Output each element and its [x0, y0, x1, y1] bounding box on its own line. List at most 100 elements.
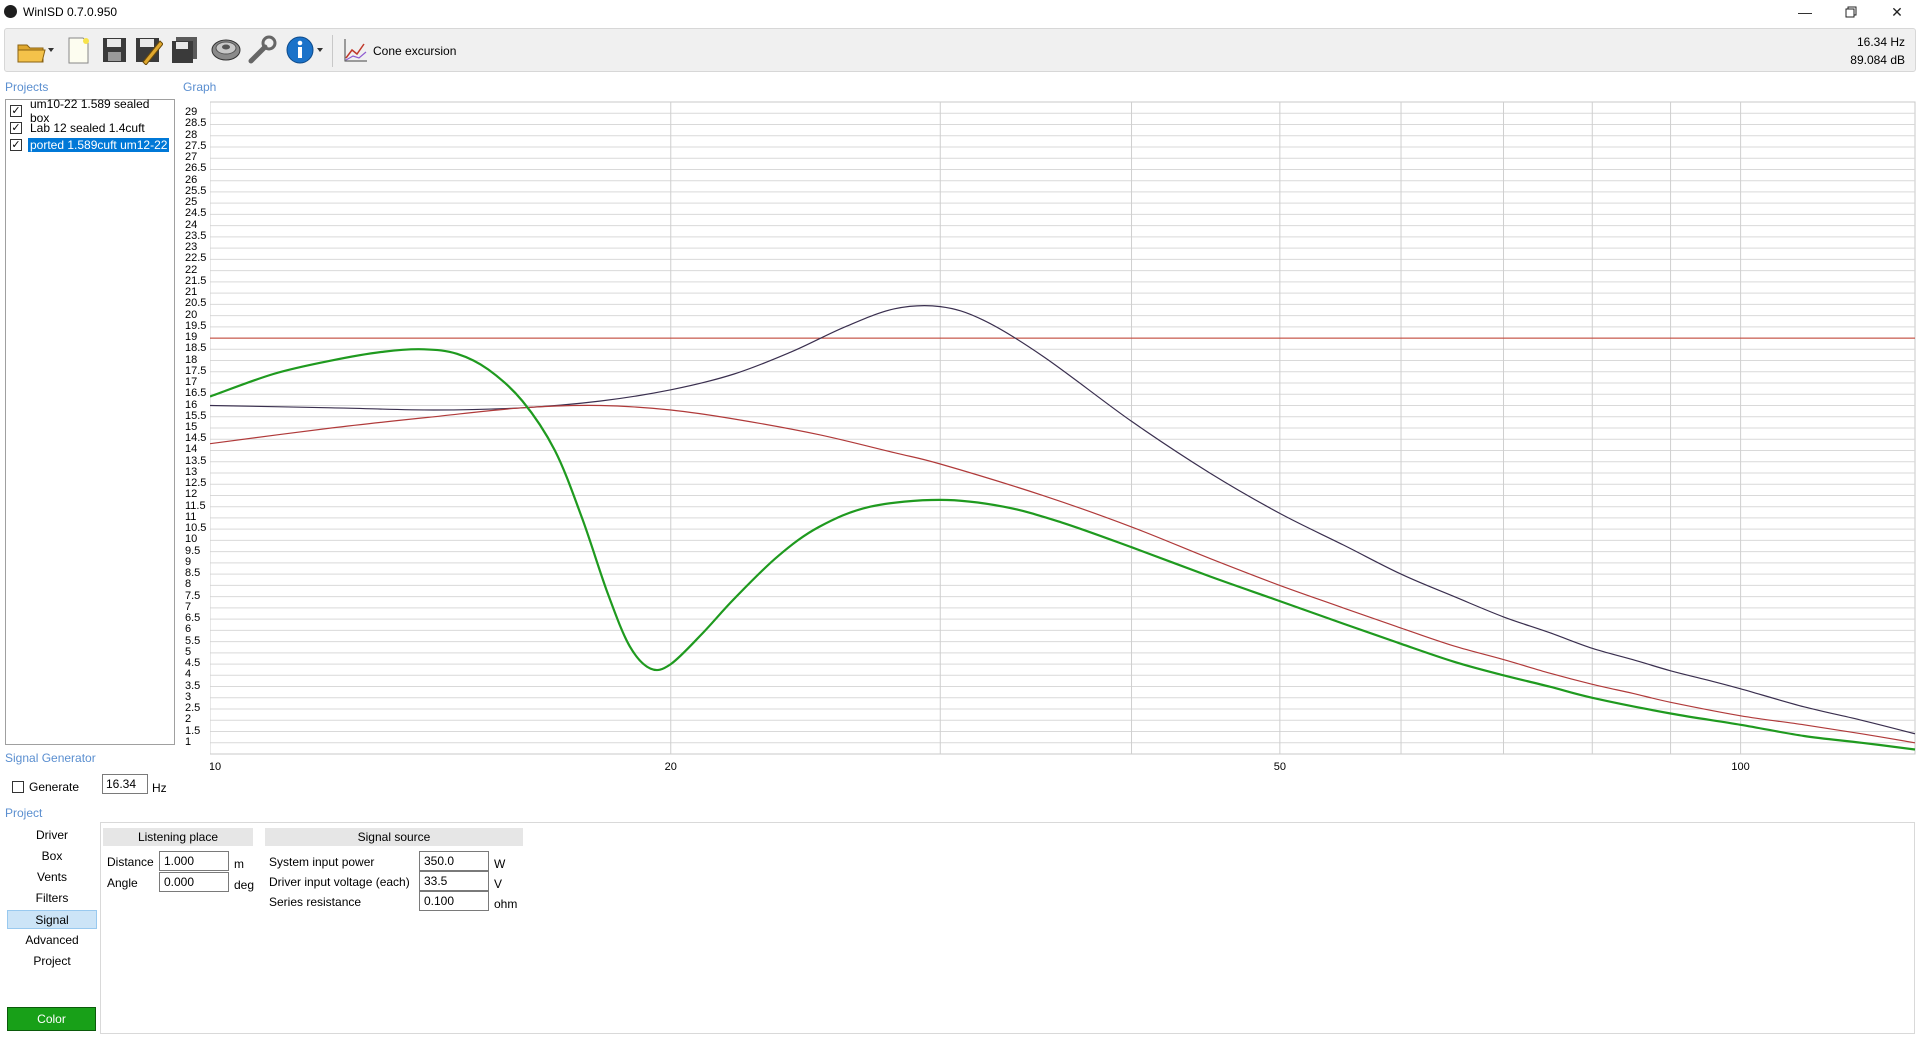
y-tick-label: 1 [185, 735, 192, 748]
open-button[interactable] [13, 33, 57, 67]
y-tick-label: 25.5 [185, 184, 207, 197]
nav-item-driver[interactable]: Driver [7, 826, 97, 845]
y-tick-label: 3.5 [185, 679, 201, 692]
toolbar: Cone excursion 16.34 Hz 89.084 dB [4, 28, 1916, 72]
project-item-selected[interactable]: ✓ ported 1.589cuft um12-22 [10, 137, 170, 153]
nav-item-vents[interactable]: Vents [7, 868, 97, 887]
info-button[interactable] [283, 33, 327, 67]
window-title: WinISD 0.7.0.950 [23, 5, 118, 19]
listening-place-header: Listening place [103, 828, 253, 846]
driver-voltage-label: Driver input voltage (each) [269, 875, 410, 889]
x-tick-label: 50 [1274, 761, 1286, 773]
x-tick-label: 100 [1731, 761, 1749, 773]
angle-input[interactable] [159, 872, 229, 892]
y-tick-label: 2.5 [185, 702, 201, 715]
y-tick-label: 19.5 [185, 319, 207, 332]
new-icon [68, 37, 89, 64]
driver-icon [211, 39, 241, 61]
y-tick-label: 5.5 [185, 634, 201, 647]
nav-item-signal[interactable]: Signal [7, 910, 97, 929]
y-tick-label: 12 [185, 488, 198, 501]
y-tick-label: 18.5 [185, 342, 207, 355]
nav-item-project[interactable]: Project [7, 952, 97, 971]
y-tick-label: 5 [185, 645, 192, 658]
close-button[interactable]: ✕ [1874, 0, 1920, 24]
distance-unit: m [234, 857, 244, 871]
driver-voltage-input[interactable] [419, 871, 489, 891]
cone-excursion-graph-button[interactable] [339, 33, 373, 67]
tools-button[interactable] [245, 33, 279, 67]
angle-unit: deg [234, 878, 255, 892]
y-tick-label: 13.5 [185, 454, 207, 467]
project-label[interactable]: ported 1.589cuft um12-22 [28, 138, 170, 152]
color-button[interactable]: Color [7, 1007, 96, 1031]
y-tick-label: 13 [185, 465, 198, 478]
cursor-frequency-readout: 16.34 Hz [1856, 35, 1905, 49]
projects-list[interactable]: ✓ um10-22 1.589 sealed box ✓ Lab 12 seal… [5, 97, 175, 745]
project-item[interactable]: ✓ Lab 12 sealed 1.4cuft [10, 120, 147, 136]
cursor-level-readout: 89.084 dB [1850, 53, 1905, 67]
restore-icon [1845, 6, 1857, 18]
y-tick-label: 26.5 [185, 162, 207, 175]
y-tick-label: 14 [185, 443, 198, 456]
minimize-button[interactable]: — [1782, 0, 1828, 24]
y-tick-label: 1.5 [185, 724, 201, 737]
new-button[interactable] [61, 33, 95, 67]
cone-excursion-chart[interactable]: 10 20 50 100 [209, 100, 1916, 785]
save-button[interactable] [97, 33, 131, 67]
generate-control[interactable]: Generate [12, 780, 79, 794]
y-tick-label: 18 [185, 353, 198, 366]
y-tick-label: 27.5 [185, 139, 207, 152]
y-tick-label: 14.5 [185, 432, 207, 445]
series-resistance-label: Series resistance [269, 895, 362, 909]
y-tick-label: 23 [185, 241, 198, 254]
save-all-icon [172, 37, 197, 63]
y-tick-label: 8 [185, 578, 192, 591]
nav-item-filters[interactable]: Filters [7, 889, 97, 908]
y-tick-label: 28 [185, 128, 198, 141]
y-tick-label: 9 [185, 555, 192, 568]
nav-item-advanced[interactable]: Advanced [7, 931, 97, 950]
restore-button[interactable] [1828, 0, 1874, 24]
generate-checkbox[interactable] [12, 781, 24, 793]
project-checkbox[interactable]: ✓ [10, 139, 22, 151]
y-tick-label: 21 [185, 286, 198, 299]
project-checkbox[interactable]: ✓ [10, 122, 22, 134]
generator-frequency-input[interactable] [102, 774, 148, 794]
driver-button[interactable] [209, 33, 243, 67]
system-power-label: System input power [269, 855, 375, 869]
nav-item-box[interactable]: Box [7, 847, 97, 866]
y-tick-label: 16 [185, 398, 198, 411]
y-tick-label: 2 [185, 713, 192, 726]
distance-input[interactable] [159, 851, 229, 871]
y-tick-label: 20.5 [185, 297, 207, 310]
y-tick-label: 10 [185, 533, 198, 546]
project-label[interactable]: Lab 12 sealed 1.4cuft [28, 121, 147, 135]
y-tick-label: 27 [185, 151, 198, 164]
y-tick-label: 24 [185, 218, 198, 231]
generator-frequency-unit: Hz [152, 781, 167, 795]
y-tick-label: 17.5 [185, 364, 207, 377]
open-icon [17, 44, 54, 63]
y-tick-label: 15.5 [185, 409, 207, 422]
project-header: Project [5, 806, 43, 820]
save-as-icon [136, 38, 163, 65]
y-tick-label: 22 [185, 263, 198, 276]
y-tick-label: 15 [185, 421, 198, 433]
project-item[interactable]: ✓ um10-22 1.589 sealed box [10, 97, 174, 125]
toolbar-separator [332, 35, 333, 67]
graph-type-label[interactable]: Cone excursion [373, 44, 456, 58]
y-tick-label: 29 [185, 106, 198, 119]
series-resistance-input[interactable] [419, 891, 489, 911]
y-tick-label: 16.5 [185, 387, 207, 400]
y-tick-label: 11.5 [185, 499, 206, 512]
distance-label: Distance [107, 855, 154, 869]
graph-area[interactable]: 10 20 50 100 [209, 100, 1916, 785]
generate-label[interactable]: Generate [29, 780, 79, 794]
y-tick-label: 17 [185, 376, 198, 389]
save-all-button[interactable] [167, 33, 201, 67]
project-checkbox[interactable]: ✓ [10, 105, 22, 117]
save-as-button[interactable] [131, 33, 165, 67]
system-power-input[interactable] [419, 851, 489, 871]
y-tick-label: 4.5 [185, 657, 201, 670]
